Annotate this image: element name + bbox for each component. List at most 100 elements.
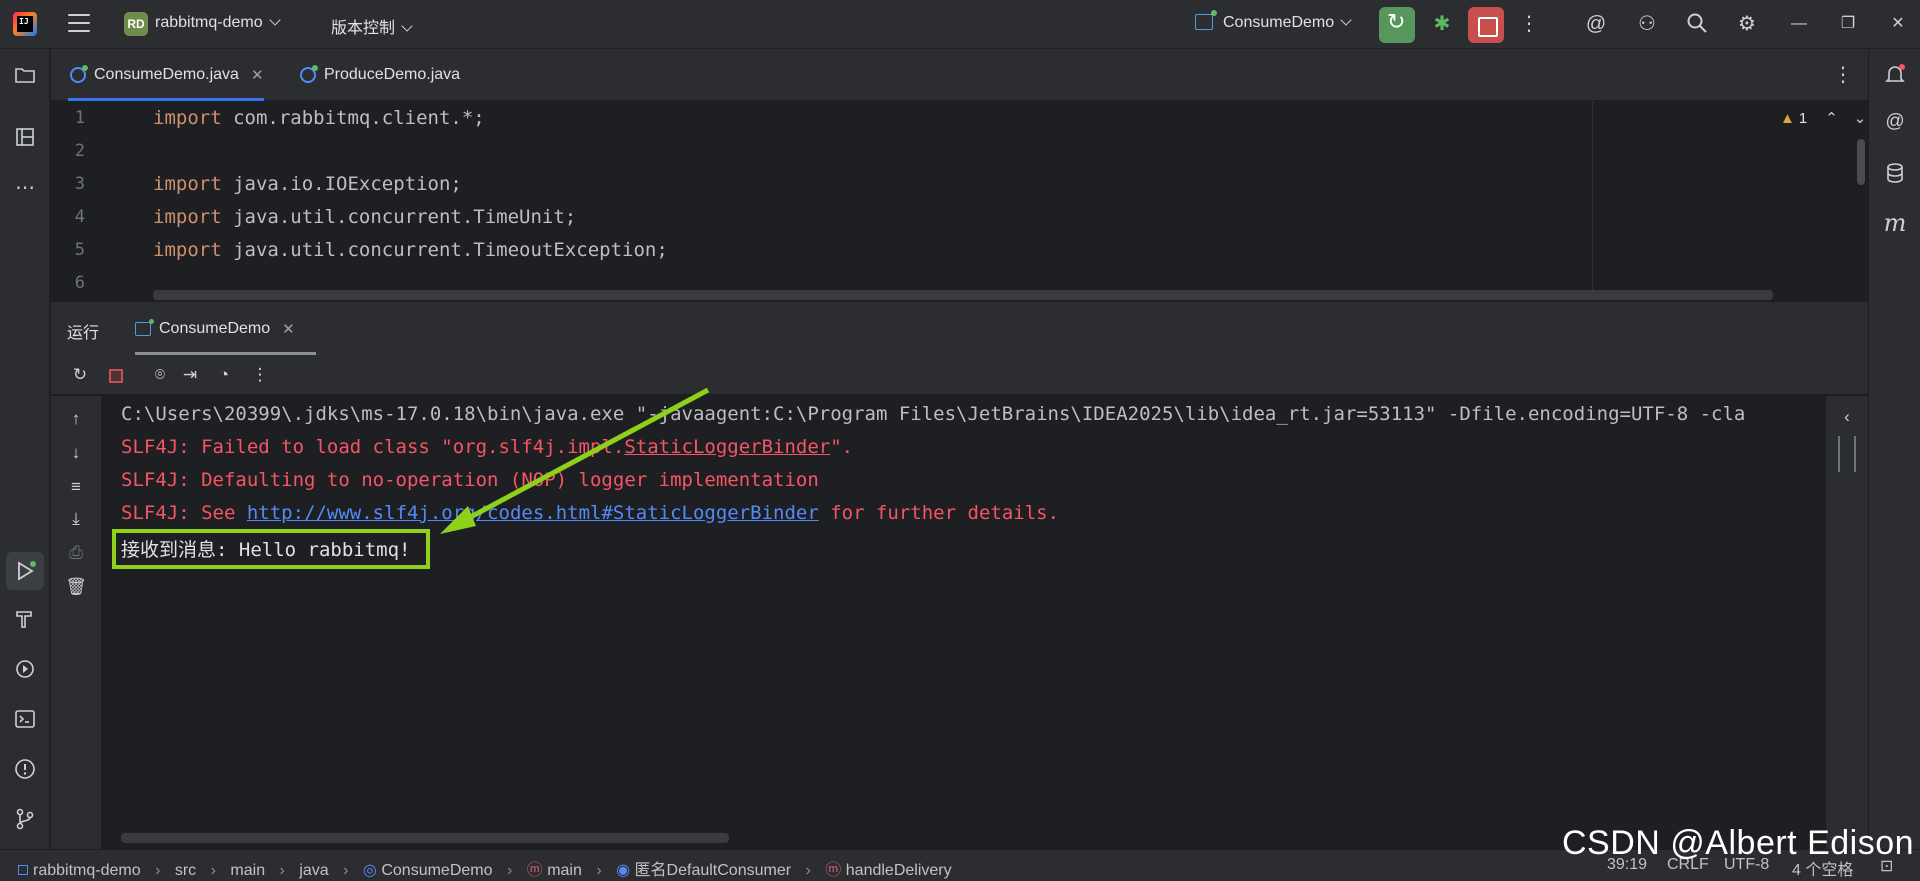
terminal-icon[interactable] (13, 707, 37, 731)
build-hammer-icon[interactable] (13, 607, 37, 631)
line-number: 6 (74, 273, 85, 293)
java-class-icon (70, 65, 88, 83)
breadcrumb-item[interactable]: 匿名DefaultConsumer (635, 862, 792, 879)
breadcrumb-item[interactable]: ConsumeDemo (381, 862, 492, 879)
project-name: rabbitmq-demo (155, 14, 263, 31)
project-folder-icon[interactable] (13, 63, 37, 87)
method-icon: ⓜ (825, 862, 842, 879)
project-selector[interactable]: rabbitmq-demo (155, 14, 281, 32)
debug-bug-icon[interactable]: ✱ (1430, 12, 1454, 36)
more-options-icon[interactable]: ⋮ (249, 364, 271, 386)
chevron-down-icon (1340, 14, 1352, 26)
csdn-watermark: CSDN @Albert Edison (1562, 824, 1915, 862)
editor-horizontal-scrollbar[interactable] (153, 290, 1773, 300)
scroll-to-end-icon[interactable]: ⤓ (65, 508, 87, 530)
tab-options-icon[interactable]: ⋮ (1831, 63, 1855, 87)
line-number: 3 (74, 174, 85, 194)
run-toolbar: ↻ ⌾ ⇥ ◔ ⋮ (51, 355, 1868, 395)
close-tab-icon[interactable]: ✕ (251, 66, 264, 84)
run-tool-icon[interactable] (13, 559, 37, 583)
right-tool-strip: @ m (1868, 49, 1920, 849)
search-icon[interactable] (1685, 12, 1709, 36)
line-number: 4 (74, 207, 85, 227)
code-editor[interactable]: 1 2 3 4 5 6 import com.rabbitmq.client.*… (51, 101, 1868, 301)
code-line: import java.io.IOException; (153, 173, 462, 195)
code-line: import java.util.concurrent.TimeUnit; (153, 206, 577, 228)
chevron-down-icon (268, 14, 281, 26)
console-horizontal-scrollbar[interactable] (121, 833, 729, 843)
run-config-icon (1195, 10, 1217, 30)
print-icon[interactable]: ⎙ (65, 542, 87, 564)
vcs-menu[interactable]: 版本控制 (331, 14, 413, 38)
run-panel-title: 运行 (67, 325, 100, 342)
arrow-up-icon[interactable]: ↑ (65, 408, 87, 430)
stop-button[interactable] (1468, 7, 1504, 43)
class-icon: ◎ (362, 862, 377, 879)
database-icon[interactable] (1883, 161, 1907, 185)
breadcrumb-item[interactable]: src (175, 862, 196, 879)
rerun-icon[interactable]: ↻ (69, 364, 91, 386)
breadcrumb-item[interactable]: main (230, 862, 265, 879)
prev-highlight-icon[interactable]: ⌃ (1825, 110, 1838, 127)
title-bar: IJ RD rabbitmq-demo 版本控制 ConsumeDemo ✱ ⋮… (0, 0, 1920, 49)
structure-icon[interactable] (13, 125, 37, 149)
breadcrumb-item[interactable]: java (299, 862, 328, 879)
chevron-down-icon (401, 20, 413, 32)
module-icon (18, 865, 28, 875)
tab-consumedemo-java[interactable]: ConsumeDemo.java ✕ (68, 49, 264, 101)
breadcrumb-item[interactable]: rabbitmq-demo (33, 862, 141, 879)
services-icon[interactable] (13, 657, 37, 681)
code-line: import com.rabbitmq.client.*; (153, 107, 485, 129)
editor-tab-bar: ConsumeDemo.java ✕ ProduceDemo.java ⋮ (51, 49, 1868, 101)
git-branch-icon[interactable] (13, 807, 37, 831)
console-side-toolbar: ↑ ↓ ≡ ⤓ ⎙ 🗑 (51, 396, 101, 849)
line-number: 2 (74, 141, 85, 161)
breadcrumb-item[interactable]: main (547, 862, 582, 879)
exit-icon[interactable]: ⇥ (179, 364, 201, 386)
stop-icon[interactable] (105, 364, 127, 386)
camera-icon[interactable]: ⌾ (149, 364, 171, 386)
notifications-bell-icon[interactable] (1883, 62, 1907, 86)
clear-trash-icon[interactable]: 🗑 (65, 576, 87, 598)
soft-wrap-icon[interactable]: ≡ (65, 476, 87, 498)
line-gutter: 1 2 3 4 5 6 (51, 101, 151, 301)
problems-icon[interactable] (13, 757, 37, 781)
console-output[interactable]: C:\Users\20399\.jdks\ms-17.0.18\bin\java… (101, 396, 1826, 849)
highlight-annotation-box (112, 529, 430, 569)
tab-label: ProduceDemo.java (324, 66, 461, 83)
breadcrumb: rabbitmq-demo › src › main › java › ◎ Co… (18, 856, 952, 880)
close-window-icon[interactable]: ✕ (1888, 12, 1908, 36)
add-user-icon[interactable]: ⚇ (1635, 12, 1659, 36)
rerun-button[interactable] (1379, 7, 1415, 43)
next-highlight-icon[interactable]: ⌄ (1854, 110, 1867, 127)
close-run-tab-icon[interactable]: ✕ (282, 320, 295, 338)
chevron-left-icon[interactable]: ‹ (1836, 406, 1858, 428)
ai-chat-icon[interactable]: @ (1883, 111, 1907, 135)
minimize-icon[interactable]: — (1789, 12, 1809, 36)
run-tab-consumedemo[interactable]: ConsumeDemo ✕ (135, 302, 295, 356)
ai-assistant-icon[interactable]: @ (1584, 12, 1608, 36)
maven-icon[interactable]: m (1883, 209, 1907, 237)
intellij-logo-icon[interactable]: IJ (13, 12, 37, 36)
tab-producedemo-java[interactable]: ProduceDemo.java (300, 49, 460, 101)
side-panel-handle-icon[interactable] (1838, 436, 1856, 472)
project-badge[interactable]: RD (124, 12, 148, 36)
right-margin-guide (1592, 101, 1593, 301)
editor-vertical-scrollbar[interactable] (1857, 139, 1865, 185)
anonymous-class-icon: ◉ (616, 862, 631, 879)
line-number: 1 (74, 108, 85, 128)
more-vertical-icon[interactable]: ⋮ (1517, 12, 1541, 36)
inspection-widget[interactable]: ▲ 1 ⌃ ⌄ (1780, 109, 1866, 127)
profiler-gauge-icon[interactable]: ◔ (213, 364, 235, 386)
tab-label: ConsumeDemo.java (94, 66, 239, 83)
breadcrumb-item[interactable]: handleDelivery (846, 862, 952, 879)
run-tab-label: ConsumeDemo (159, 320, 271, 337)
more-tools-icon[interactable]: ⋯ (13, 175, 37, 199)
line-number: 5 (74, 240, 85, 260)
settings-gear-icon[interactable]: ⚙ (1735, 12, 1759, 36)
run-config-selector[interactable]: ConsumeDemo (1223, 14, 1352, 32)
console-line-command: C:\Users\20399\.jdks\ms-17.0.18\bin\java… (121, 403, 1746, 425)
main-menu-icon[interactable] (68, 14, 90, 32)
arrow-down-icon[interactable]: ↓ (65, 442, 87, 464)
restore-icon[interactable]: ❐ (1838, 12, 1858, 36)
